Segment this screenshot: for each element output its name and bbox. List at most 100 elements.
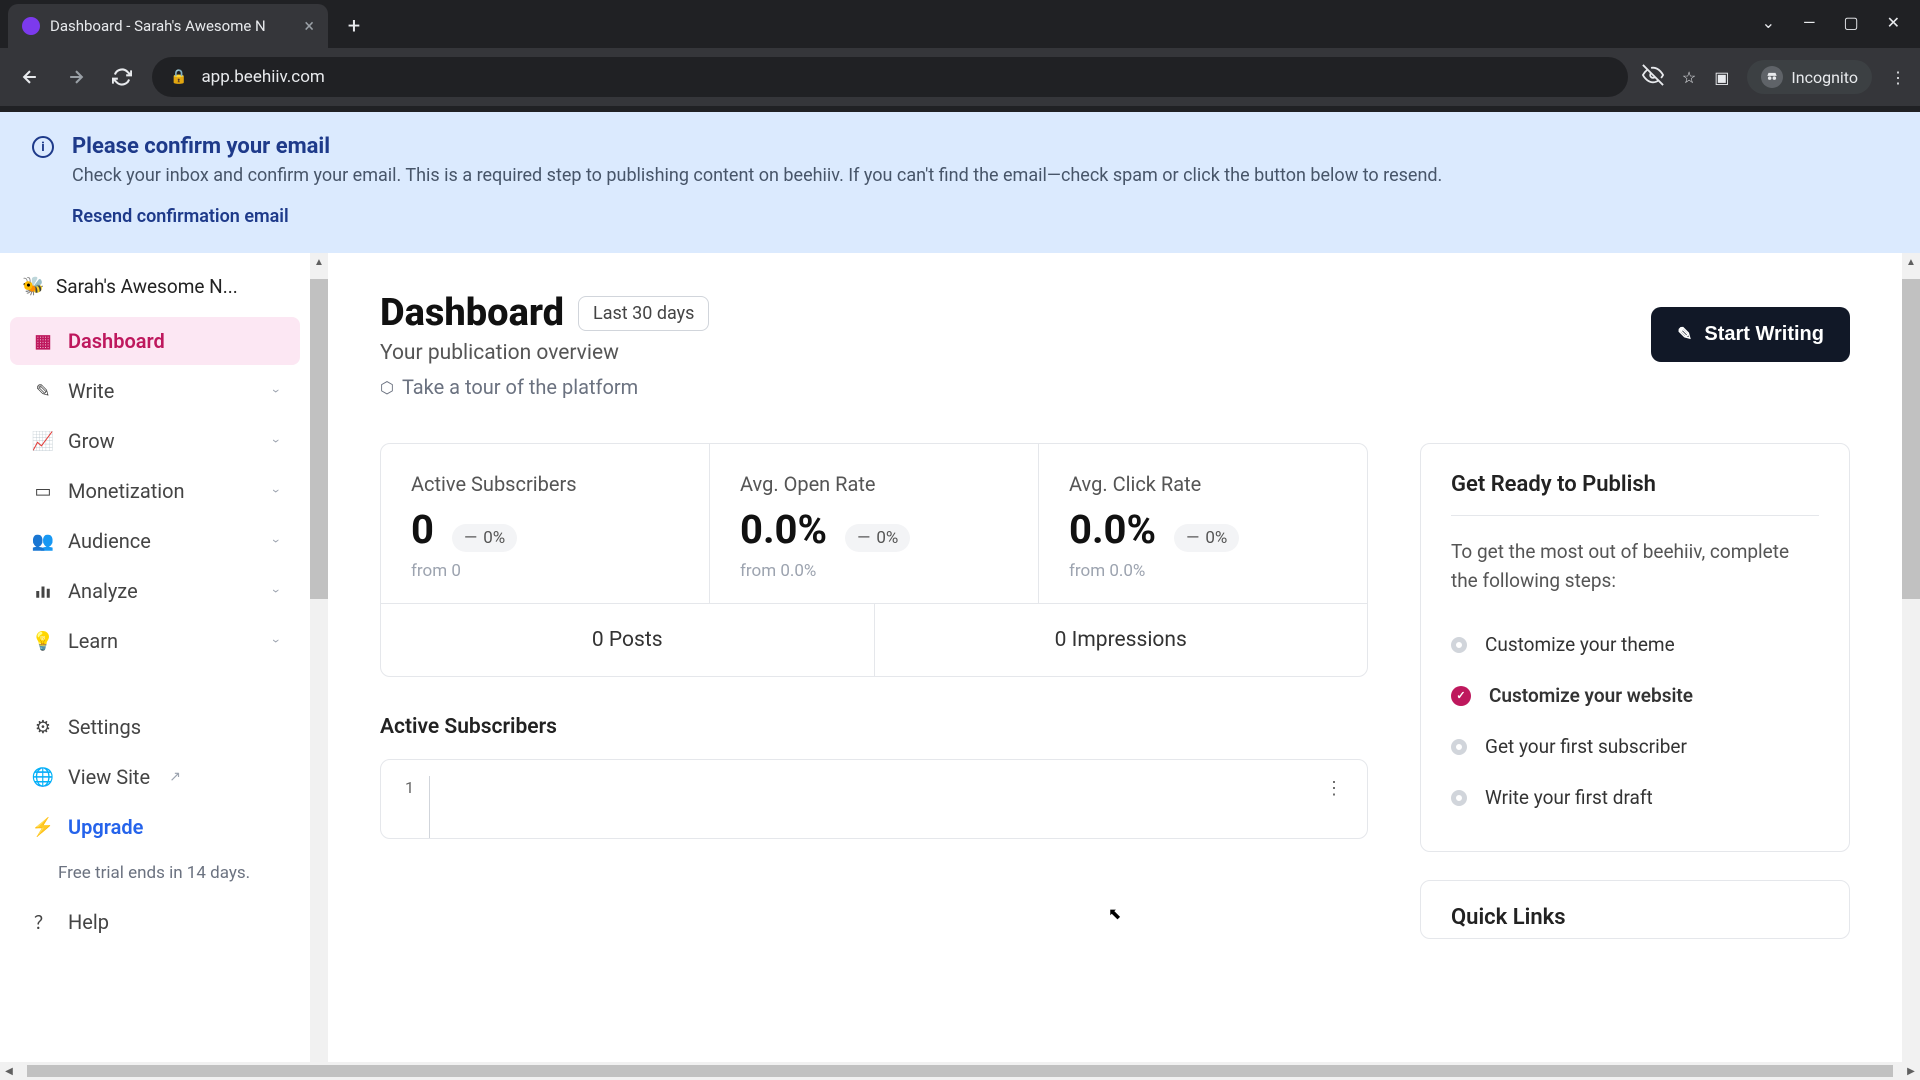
nav-settings[interactable]: ⚙ Settings <box>10 703 300 751</box>
scrollbar-thumb[interactable] <box>310 279 328 599</box>
scroll-up-icon[interactable]: ▲ <box>310 253 328 271</box>
people-icon: 👥 <box>32 531 54 552</box>
banner-text: Check your inbox and confirm your email.… <box>72 165 1442 186</box>
tab-title: Dashboard - Sarah's Awesome N <box>50 17 294 35</box>
radio-icon <box>1451 637 1467 653</box>
scroll-left-icon[interactable]: ◀ <box>0 1066 18 1077</box>
nav-analyze[interactable]: Analyze › <box>10 567 300 615</box>
radio-icon <box>1451 739 1467 755</box>
nav-write[interactable]: ✎ Write › <box>10 367 300 415</box>
chart-menu-icon[interactable]: ⋮ <box>1325 778 1343 799</box>
incognito-label: Incognito <box>1791 68 1858 87</box>
trial-countdown: Free trial ends in 14 days. <box>0 852 310 896</box>
nav-grow[interactable]: 📈 Grow › <box>10 417 300 465</box>
checklist-first-subscriber[interactable]: Get your first subscriber <box>1451 721 1819 772</box>
nav-label: Dashboard <box>68 329 165 353</box>
page-subtitle: Your publication overview <box>380 341 709 365</box>
stat-click-rate: Avg. Click Rate 0.0% —0% from 0.0% <box>1039 444 1367 603</box>
nav-learn[interactable]: 💡 Learn › <box>10 617 300 665</box>
date-range-selector[interactable]: Last 30 days <box>578 296 709 331</box>
incognito-badge[interactable]: Incognito <box>1747 60 1872 94</box>
stat-active-subscribers: Active Subscribers 0 —0% from 0 <box>381 444 710 603</box>
banner-title: Please confirm your email <box>72 134 1442 159</box>
dashboard-icon: ▦ <box>32 331 54 352</box>
chevron-right-icon: › <box>268 639 284 643</box>
sidebar-scrollbar[interactable]: ▲ <box>310 253 328 1062</box>
nav-label: Settings <box>68 715 141 739</box>
checklist-customize-website[interactable]: ✓ Customize your website <box>1451 670 1819 721</box>
horizontal-scrollbar[interactable]: ◀ ▶ <box>0 1062 1920 1080</box>
nav-upgrade[interactable]: ⚡ Upgrade <box>10 803 300 851</box>
publication-switcher[interactable]: 🐝 Sarah's Awesome N... <box>0 265 310 316</box>
chevron-down-icon[interactable]: ⌄ <box>1762 13 1775 32</box>
check-icon: ✓ <box>1451 686 1471 706</box>
impressions-count: 0 Impressions <box>875 604 1368 676</box>
stat-from: from 0.0% <box>1069 561 1337 581</box>
close-window-icon[interactable]: ✕ <box>1887 13 1900 32</box>
eye-off-icon[interactable] <box>1642 64 1664 90</box>
card-icon: ▭ <box>32 481 54 502</box>
globe-icon: 🌐 <box>32 767 54 788</box>
back-button[interactable] <box>14 61 46 93</box>
stat-label: Avg. Click Rate <box>1069 472 1337 496</box>
sidebar: 🐝 Sarah's Awesome N... ▦ Dashboard ✎ Wri… <box>0 253 310 1062</box>
scroll-up-icon[interactable]: ▲ <box>1902 253 1920 271</box>
stat-value: 0 <box>411 506 434 553</box>
checklist-label: Customize your website <box>1489 684 1693 707</box>
new-tab-button[interactable]: + <box>336 8 372 44</box>
maximize-icon[interactable]: ▢ <box>1843 13 1858 32</box>
browser-tab[interactable]: Dashboard - Sarah's Awesome N × <box>8 4 328 48</box>
scrollbar-thumb[interactable] <box>27 1065 1892 1077</box>
info-icon: i <box>32 136 54 158</box>
scrollbar-thumb[interactable] <box>1902 279 1920 599</box>
stat-from: from 0 <box>411 561 679 581</box>
minus-icon: — <box>857 528 870 548</box>
chevron-right-icon: › <box>268 589 284 593</box>
incognito-icon <box>1761 66 1783 88</box>
quick-links-card: Quick Links <box>1420 880 1850 939</box>
lightning-icon: ⚡ <box>32 817 54 838</box>
minus-icon: — <box>464 528 477 548</box>
nav-help[interactable]: ？ Help <box>10 897 300 947</box>
reload-button[interactable] <box>106 61 138 93</box>
checklist-customize-theme[interactable]: Customize your theme <box>1451 619 1819 670</box>
panel-icon[interactable]: ▣ <box>1714 68 1729 87</box>
pencil-icon: ✎ <box>1677 324 1692 345</box>
main-scrollbar[interactable]: ▲ <box>1902 253 1920 1062</box>
star-icon[interactable]: ☆ <box>1682 68 1696 87</box>
scroll-right-icon[interactable]: ▶ <box>1902 1066 1920 1077</box>
ready-title: Get Ready to Publish <box>1451 472 1819 516</box>
bulb-icon: 💡 <box>32 631 54 652</box>
bar-chart-icon <box>32 582 54 600</box>
nav-label: Analyze <box>68 579 138 603</box>
tab-close-icon[interactable]: × <box>304 16 314 37</box>
chevron-right-icon: › <box>268 539 284 543</box>
trend-up-icon: 📈 <box>32 431 54 452</box>
ready-text: To get the most out of beehiiv, complete… <box>1451 538 1819 595</box>
tour-link[interactable]: ⬡ Take a tour of the platform <box>380 375 638 399</box>
nav-label: Help <box>68 910 109 934</box>
stat-value: 0.0% <box>740 506 827 553</box>
resend-confirmation-link[interactable]: Resend confirmation email <box>72 206 1442 227</box>
menu-icon[interactable]: ⋮ <box>1890 68 1906 87</box>
minimize-icon[interactable]: — <box>1803 13 1816 32</box>
nav-label: Upgrade <box>68 815 143 839</box>
stat-label: Active Subscribers <box>411 472 679 496</box>
stat-from: from 0.0% <box>740 561 1008 581</box>
address-bar[interactable]: 🔒 app.beehiiv.com <box>152 57 1628 97</box>
start-writing-button[interactable]: ✎ Start Writing <box>1651 307 1850 362</box>
main-content: Dashboard Last 30 days Your publication … <box>328 253 1902 1062</box>
nav-audience[interactable]: 👥 Audience › <box>10 517 300 565</box>
checklist-first-draft[interactable]: Write your first draft <box>1451 772 1819 823</box>
stat-open-rate: Avg. Open Rate 0.0% —0% from 0.0% <box>710 444 1039 603</box>
confirm-email-banner: i Please confirm your email Check your i… <box>0 112 1920 253</box>
nav-view-site[interactable]: 🌐 View Site ↗ <box>10 753 300 801</box>
nav-dashboard[interactable]: ▦ Dashboard <box>10 317 300 365</box>
minus-icon: — <box>1186 528 1199 548</box>
chevron-right-icon: › <box>268 439 284 443</box>
tour-link-label: Take a tour of the platform <box>402 375 638 399</box>
posts-count: 0 Posts <box>381 604 875 676</box>
forward-button[interactable] <box>60 61 92 93</box>
nav-monetization[interactable]: ▭ Monetization › <box>10 467 300 515</box>
help-icon: ？ <box>32 909 54 935</box>
